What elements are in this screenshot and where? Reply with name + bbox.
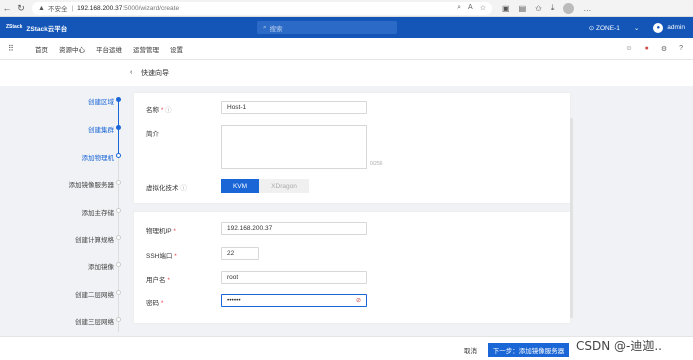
step-create-instance-offering[interactable]: 创建计算规格 (75, 234, 114, 244)
search-icon: ⌕ (263, 23, 267, 31)
password-label: 密码 * (146, 300, 164, 307)
logo[interactable]: ZStack ZStack云平台 (0, 23, 72, 33)
nav-item-settings[interactable]: 设置 (170, 44, 183, 54)
reload-icon[interactable]: ↻ (14, 1, 28, 15)
step-create-zone[interactable]: 创建区域 (88, 96, 114, 106)
password-input[interactable]: •••••• ⊘ (221, 294, 367, 307)
logo-mark: ZStack (6, 24, 23, 30)
nav-item-resources[interactable]: 资源中心 (59, 44, 85, 54)
eye-off-icon[interactable]: ⊘ (356, 297, 361, 304)
step-dot-todo (116, 208, 121, 213)
page-title: 快速向导 (141, 70, 169, 77)
virtualization-label: 虚拟化技术 ⓘ (146, 185, 187, 192)
chevron-down-icon[interactable]: ⌄ (634, 24, 639, 32)
connection-panel: 物理机IP * 192.168.200.37 SSH端口 * 22 用户名 * … (133, 211, 571, 324)
help-icon[interactable]: ? (679, 45, 683, 53)
back-arrow-icon[interactable]: ← (0, 1, 14, 15)
step-create-l2-network[interactable]: 创建二层网络 (75, 289, 114, 299)
basic-info-panel: 名称 * ⓘ Host-1 简介 0/256 虚拟化技术 ⓘ KVM XDrag… (133, 92, 571, 204)
step-dot-todo (116, 317, 121, 322)
watermark: CSDN @-迪迦.. (576, 339, 662, 353)
virtualization-toggle: KVM XDragon (221, 179, 309, 193)
zone-label: ZONE-1 (595, 24, 620, 32)
step-add-primary-storage[interactable]: 添加主存储 (82, 207, 115, 217)
url-separator: | (71, 4, 74, 12)
description-textarea[interactable] (221, 125, 367, 169)
ssh-port-input[interactable]: 22 (221, 247, 259, 260)
cancel-button[interactable]: 取消 (464, 345, 477, 355)
zoom-icon[interactable]: ⌕ (457, 4, 461, 12)
step-add-image[interactable]: 添加镜像 (88, 261, 114, 271)
password-value: •••••• (227, 297, 241, 304)
step-dot-current (116, 153, 121, 158)
alert-icon[interactable]: ● (645, 45, 649, 53)
step-dot-done (116, 97, 121, 102)
browser-toolbar: ← ↻ ▲ 不安全 | 192.168.200.37 :5000/wizard/… (0, 0, 693, 17)
step-create-l3-network[interactable]: 创建三层网络 (75, 316, 114, 326)
page-header: ‹ 快速向导 (0, 60, 693, 86)
nav-tools: ☺ ● ⚙ ? (625, 45, 693, 53)
step-add-backup-storage[interactable]: 添加镜像服务器 (69, 179, 115, 189)
user-menu[interactable]: ● admin (653, 22, 685, 33)
extension-icon[interactable]: ▣ (502, 4, 510, 13)
location-icon: ⊙ (588, 24, 596, 32)
url-host: 192.168.200.37 (77, 4, 123, 12)
settings-icon[interactable]: ⚙ (661, 45, 667, 53)
nav-item-home[interactable]: 首页 (35, 44, 48, 54)
ssh-port-label: SSH端口 * (146, 253, 177, 260)
search-input[interactable]: ⌕ 搜索 (257, 21, 397, 34)
collections-icon[interactable]: ▤ (519, 4, 527, 13)
apps-grid-icon[interactable]: ⠿ (8, 44, 24, 53)
more-icon[interactable]: … (583, 4, 591, 13)
zone-selector[interactable]: ⊙ ZONE-1 (589, 24, 620, 32)
insecure-label: 不安全 (47, 6, 68, 13)
profile-avatar[interactable] (563, 2, 575, 14)
address-tools: ⌕ A ☆ (457, 4, 492, 12)
step-dot-todo (116, 262, 121, 267)
app-header: ZStack ZStack云平台 ⌕ 搜索 ⊙ ZONE-1 ⌄ ● admin (0, 17, 693, 38)
name-label: 名称 * ⓘ (146, 107, 172, 114)
step-dot-todo (116, 180, 121, 185)
url-path: :5000/wizard/create (122, 4, 180, 12)
form-scrollbar[interactable] (570, 118, 573, 318)
name-input[interactable]: Host-1 (221, 101, 367, 114)
favorite-icon[interactable]: ☆ (480, 4, 486, 12)
info-icon: ⓘ (180, 185, 187, 192)
nav-item-ops[interactable]: 平台运维 (96, 44, 122, 54)
downloads-icon[interactable]: ⤓ (551, 3, 555, 13)
back-chevron-icon[interactable]: ‹ (130, 69, 132, 76)
username-label: 用户名 * (146, 277, 170, 284)
description-counter: 0/256 (370, 161, 383, 167)
host-ip-label: 物理机IP * (146, 228, 176, 235)
nav-item-operations-mgmt[interactable]: 运营管理 (133, 44, 159, 54)
warning-icon: ▲ (38, 4, 45, 12)
favorites-icon[interactable]: ✩ (535, 4, 542, 13)
step-create-cluster[interactable]: 创建集群 (88, 124, 114, 134)
header-right: ⊙ ZONE-1 ⌄ ● admin (589, 22, 693, 33)
read-aloud-icon[interactable]: A (468, 4, 473, 12)
top-nav: ⠿ 首页 资源中心 平台运维 运营管理 设置 ☺ ● ⚙ ? (0, 38, 693, 60)
step-add-host[interactable]: 添加物理机 (82, 152, 115, 162)
user-name: admin (667, 24, 685, 31)
logo-text: ZStack云平台 (26, 25, 68, 33)
virt-option-xdragon[interactable]: XDragon (259, 179, 309, 193)
message-icon[interactable]: ☺ (625, 45, 632, 53)
next-button[interactable]: 下一步：添加镜像服务器 (488, 343, 569, 357)
step-dot-todo (116, 290, 121, 295)
username-input[interactable]: root (221, 271, 367, 284)
user-avatar-icon: ● (653, 22, 664, 33)
step-dot-done (116, 125, 121, 130)
step-dot-todo (116, 235, 121, 240)
virt-option-kvm[interactable]: KVM (221, 179, 259, 193)
info-icon: ⓘ (165, 107, 172, 114)
wizard-steps: 创建区域 创建集群 添加物理机 添加镜像服务器 添加主存储 创建计算规格 添加镜… (0, 86, 130, 334)
search-placeholder: 搜索 (269, 25, 283, 33)
host-ip-input[interactable]: 192.168.200.37 (221, 222, 367, 235)
description-label: 简介 (146, 131, 159, 138)
address-bar[interactable]: ▲ 不安全 | 192.168.200.37 :5000/wizard/crea… (32, 1, 492, 15)
browser-tools: ▣ ▤ ✩ ⤓ … (502, 2, 591, 14)
